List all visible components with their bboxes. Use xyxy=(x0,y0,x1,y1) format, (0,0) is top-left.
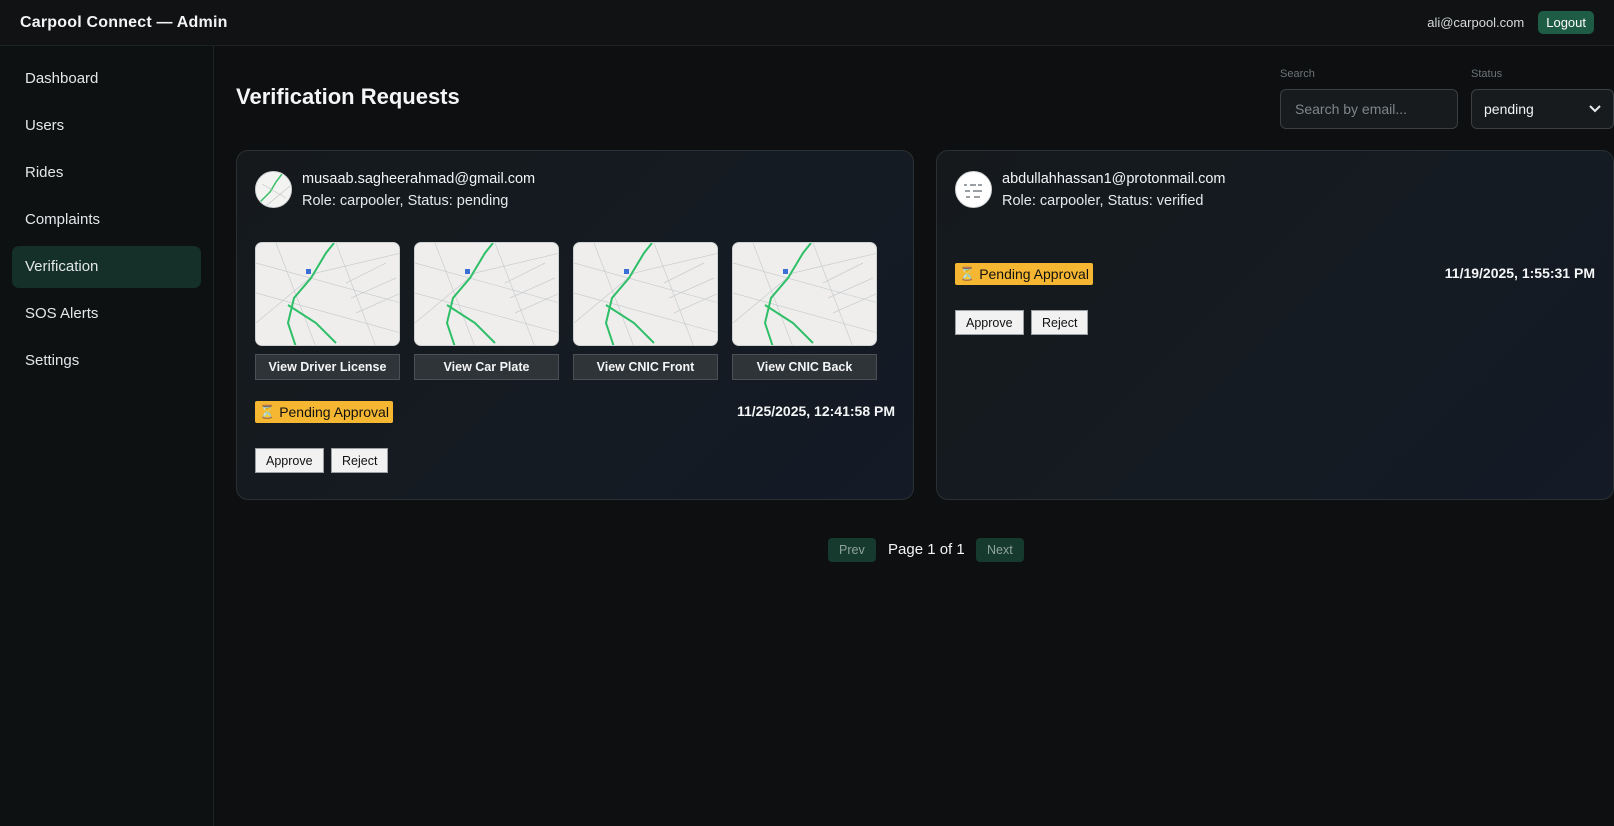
request-date: 11/25/2025, 12:41:58 PM xyxy=(736,403,895,419)
sidebar-item-sos-alerts[interactable]: SOS Alerts xyxy=(12,293,201,335)
sidebar-item-settings[interactable]: Settings xyxy=(12,340,201,382)
current-user-email: ali@carpool.com xyxy=(1427,15,1525,30)
view-car-plate-button[interactable]: View Car Plate xyxy=(414,354,559,380)
request-date: 11/19/2025, 1:55:31 PM xyxy=(1444,265,1595,281)
hourglass-icon: ⏳ xyxy=(959,266,976,281)
sidebar: Dashboard Users Rides Complaints Verific… xyxy=(0,46,214,826)
status-badge-label: Pending Approval xyxy=(979,266,1089,282)
sidebar-item-users[interactable]: Users xyxy=(12,105,201,147)
user-role-status: Role: carpooler, Status: pending xyxy=(302,193,509,209)
document-thumbnail[interactable] xyxy=(414,242,559,346)
view-cnic-front-button[interactable]: View CNIC Front xyxy=(573,354,718,380)
approve-button[interactable]: Approve xyxy=(955,310,1024,335)
hourglass-icon: ⏳ xyxy=(259,404,276,419)
top-bar: Carpool Connect — Admin ali@carpool.com … xyxy=(0,0,1614,46)
verification-card: abdullahhassan1@protonmail.com Role: car… xyxy=(936,150,1614,500)
sidebar-item-dashboard[interactable]: Dashboard xyxy=(12,58,201,100)
pagination: Prev Page 1 of 1 Next xyxy=(214,538,1614,564)
app-title: Carpool Connect — Admin xyxy=(20,13,228,31)
status-select[interactable]: pending xyxy=(1471,89,1614,129)
page-info: Page 1 of 1 xyxy=(888,541,965,558)
document-thumbnail[interactable] xyxy=(573,242,718,346)
prev-page-button[interactable]: Prev xyxy=(828,538,876,562)
next-page-button[interactable]: Next xyxy=(976,538,1024,562)
status-badge: ⏳ Pending Approval xyxy=(255,401,393,423)
view-driver-license-button[interactable]: View Driver License xyxy=(255,354,400,380)
sidebar-item-complaints[interactable]: Complaints xyxy=(12,199,201,241)
approve-button[interactable]: Approve xyxy=(255,448,324,473)
document-thumbnail[interactable] xyxy=(732,242,877,346)
page-title: Verification Requests xyxy=(236,84,460,109)
main-content: Verification Requests Search Status pend… xyxy=(214,46,1614,826)
reject-button[interactable]: Reject xyxy=(331,448,389,473)
document-thumbnail[interactable] xyxy=(255,242,400,346)
avatar xyxy=(255,171,292,208)
user-role-status: Role: carpooler, Status: verified xyxy=(1002,193,1204,209)
reject-button[interactable]: Reject xyxy=(1031,310,1089,335)
view-cnic-back-button[interactable]: View CNIC Back xyxy=(732,354,877,380)
user-email: abdullahhassan1@protonmail.com xyxy=(1002,171,1226,187)
search-input[interactable] xyxy=(1280,89,1458,129)
logout-button[interactable]: Logout xyxy=(1538,11,1594,34)
status-select-value: pending xyxy=(1484,101,1534,117)
status-badge-label: Pending Approval xyxy=(279,404,389,420)
topbar-user-area: ali@carpool.com Logout xyxy=(1427,11,1594,34)
search-label: Search xyxy=(1280,68,1315,80)
status-badge: ⏳ Pending Approval xyxy=(955,263,1093,285)
sidebar-item-rides[interactable]: Rides xyxy=(12,152,201,194)
avatar xyxy=(955,171,992,208)
status-label: Status xyxy=(1471,68,1503,80)
chevron-down-icon xyxy=(1589,105,1601,113)
sidebar-item-verification[interactable]: Verification xyxy=(12,246,201,288)
user-email: musaab.sagheerahmad@gmail.com xyxy=(302,171,536,187)
verification-card: musaab.sagheerahmad@gmail.com Role: carp… xyxy=(236,150,914,500)
